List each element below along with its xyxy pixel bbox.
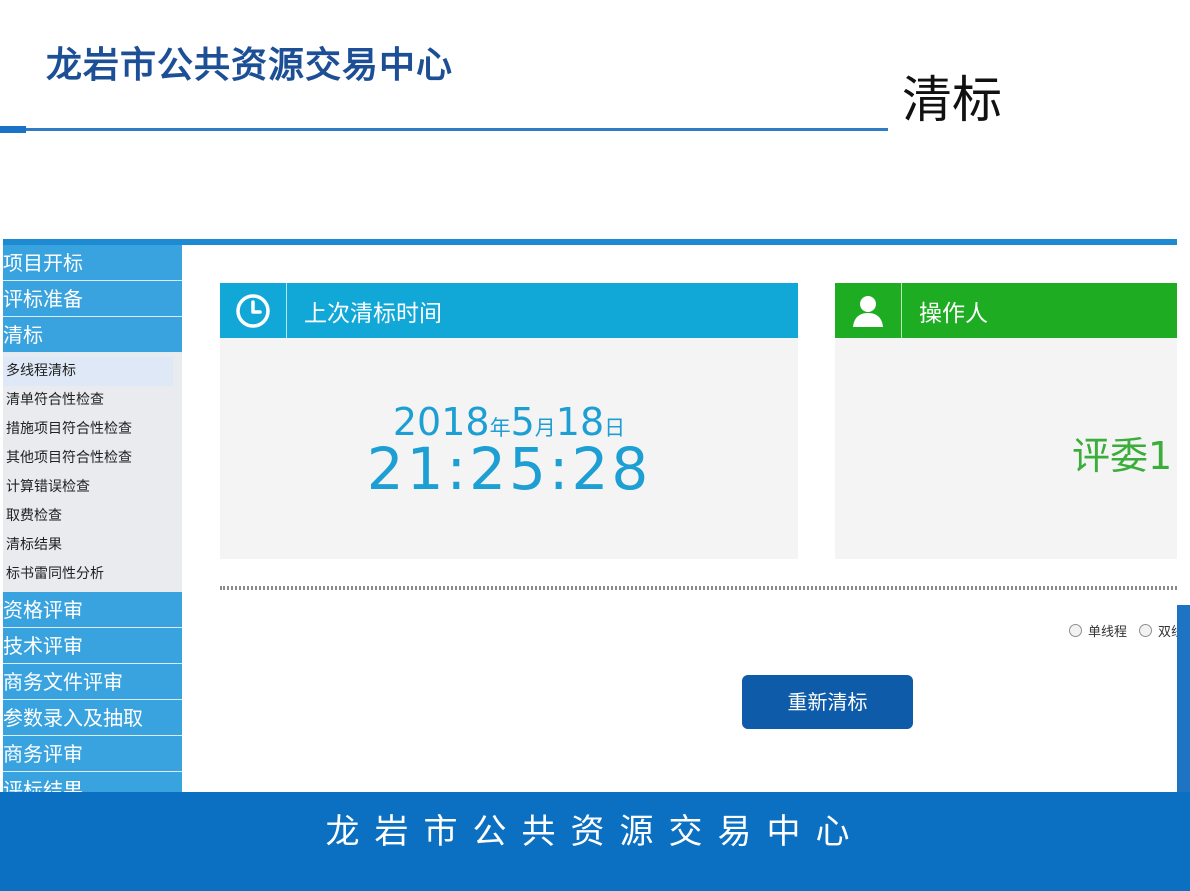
nav-item-calc-error-check[interactable]: 计算错误检查	[3, 473, 182, 502]
nav-item-measures-compliance[interactable]: 措施项目符合性检查	[3, 415, 182, 444]
header-accent	[0, 126, 26, 133]
nav-section-business-docs[interactable]: 商务文件评审	[3, 664, 182, 700]
operator-panel: 操作人 评委1	[835, 283, 1177, 559]
nav-item-list-compliance[interactable]: 清单符合性检查	[3, 386, 182, 415]
nav-section-params[interactable]: 参数录入及抽取	[3, 700, 182, 736]
dual-thread-label: 双线程	[1158, 625, 1177, 640]
section-divider	[220, 586, 1177, 590]
slide-title: 清标	[902, 71, 1002, 129]
single-thread-label: 单线程	[1088, 625, 1128, 640]
app-screenshot: 项目开标 评标准备 清标 多线程清标 清单符合性检查 措施项目符合性检查 其他项…	[3, 239, 1177, 792]
nav-section-opening[interactable]: 项目开标	[3, 245, 182, 281]
clock-icon	[220, 283, 287, 338]
radio-dual-thread[interactable]	[1139, 624, 1153, 637]
org-title: 龙岩市公共资源交易中心	[46, 45, 454, 86]
slide-footer: 龙岩市公共资源交易中心	[0, 792, 1190, 891]
nav-section-preparation[interactable]: 评标准备	[3, 281, 182, 317]
nav-section-result[interactable]: 评标结果	[3, 772, 182, 792]
nav-section-technical[interactable]: 技术评审	[3, 628, 182, 664]
footer-org-name: 龙岩市公共资源交易中心	[325, 812, 865, 852]
clearing-time: 21:25:28	[366, 435, 652, 503]
nav-section-bid-clearing[interactable]: 清标	[3, 317, 182, 353]
header-divider	[26, 128, 888, 131]
nav-section-business[interactable]: 商务评审	[3, 736, 182, 772]
operator-panel-title: 操作人	[919, 300, 988, 327]
main-content: 上次清标时间 2018年5月18日 21:25:28 操作人 评委1 单线程 双…	[182, 245, 1177, 792]
nav-item-similarity-analysis[interactable]: 标书雷同性分析	[3, 560, 182, 589]
user-icon	[835, 283, 902, 338]
time-panel-header: 上次清标时间	[220, 283, 798, 338]
thread-mode-options: 单线程 双线程	[1069, 621, 1177, 640]
radio-single-thread[interactable]	[1069, 624, 1082, 637]
redo-clearing-button[interactable]: 重新清标	[742, 675, 913, 729]
nav-section-qualification[interactable]: 资格评审	[3, 592, 182, 628]
nav-item-fee-check[interactable]: 取费检查	[3, 502, 182, 531]
operator-panel-header: 操作人	[835, 283, 1177, 338]
last-clearing-time-panel: 上次清标时间 2018年5月18日 21:25:28	[220, 283, 798, 559]
sidebar-nav: 项目开标 评标准备 清标 多线程清标 清单符合性检查 措施项目符合性检查 其他项…	[3, 245, 182, 792]
nav-item-clearing-result[interactable]: 清标结果	[3, 531, 182, 560]
time-panel-title: 上次清标时间	[304, 300, 442, 327]
nav-sub-list: 多线程清标 清单符合性检查 措施项目符合性检查 其他项目符合性检查 计算错误检查…	[3, 353, 182, 592]
side-accent-bar	[1177, 605, 1190, 792]
nav-item-multithread-clearing[interactable]: 多线程清标	[3, 357, 173, 386]
operator-name: 评委1	[1072, 434, 1173, 478]
nav-item-other-compliance[interactable]: 其他项目符合性检查	[3, 444, 182, 473]
